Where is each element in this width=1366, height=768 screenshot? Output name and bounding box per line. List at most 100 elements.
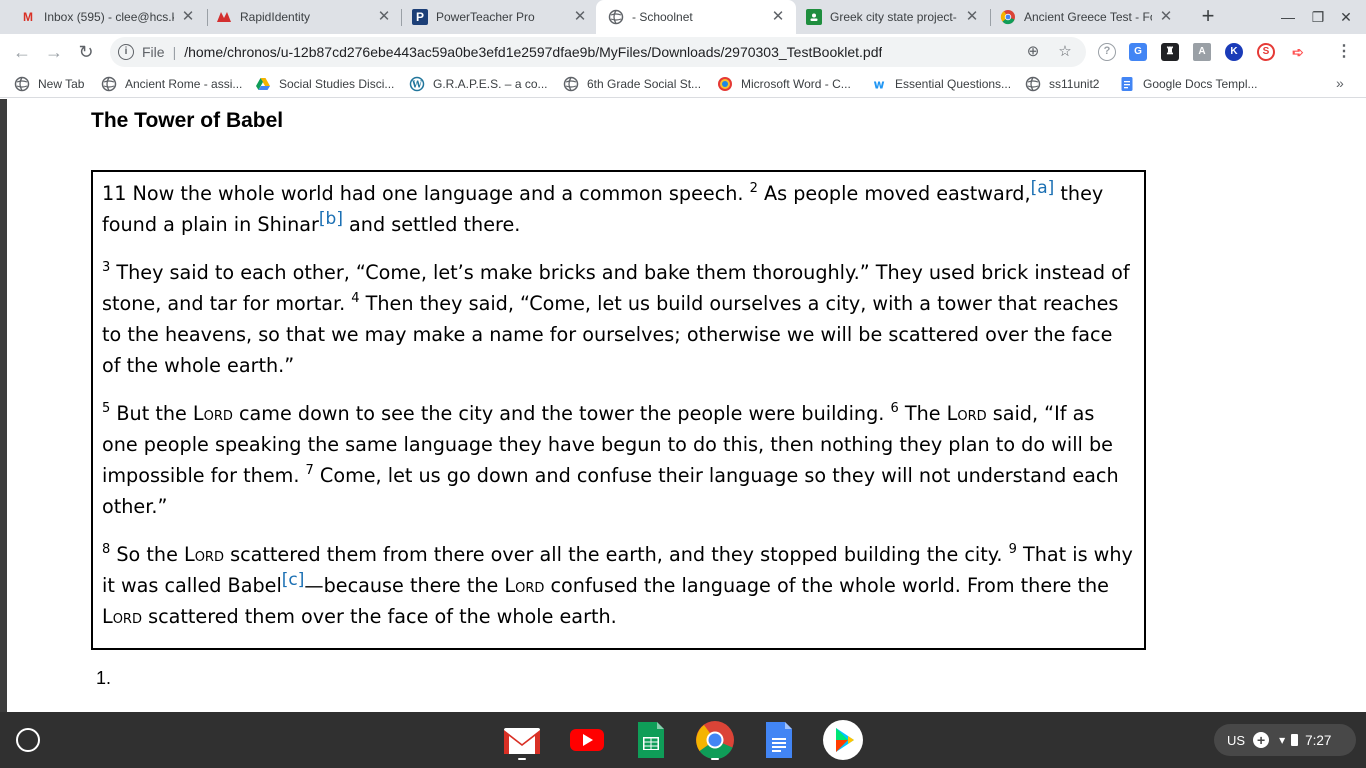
tab-title: - Schoolnet: [632, 10, 693, 24]
tab-strip: M Inbox (595) - clee@hcs.k ✕ RapidIdenti…: [0, 0, 1366, 34]
close-icon[interactable]: ✕: [180, 9, 196, 25]
bookmark-label: New Tab: [38, 77, 85, 91]
passage-paragraph-4: 8 So the Lord scattered them from there …: [102, 539, 1135, 632]
bookmark-label: 6th Grade Social St...: [587, 77, 702, 91]
sync-extension-icon[interactable]: S: [1257, 43, 1275, 61]
footnote-link[interactable]: [a]: [1031, 178, 1055, 198]
bookmark-microsoft-word[interactable]: Microsoft Word - C...: [717, 75, 851, 93]
verse-number: 9: [1008, 542, 1017, 557]
bookmark-new-tab[interactable]: New Tab: [14, 75, 84, 93]
bookmark-label: Microsoft Word - C...: [741, 77, 851, 91]
globe-icon: [563, 76, 579, 92]
verse-text: Now the whole world had one language and…: [126, 182, 750, 205]
youtube-icon[interactable]: [567, 720, 607, 760]
close-icon[interactable]: ✕: [964, 9, 980, 25]
cast-extension-icon[interactable]: ➪: [1289, 43, 1307, 61]
tab-schoolnet[interactable]: - Schoolnet ✕: [596, 0, 796, 34]
bookmark-ss11unit2[interactable]: ss11unit2: [1025, 75, 1099, 93]
toolbar: ← → ↻ i File | /home/chronos/u-12b87cd27…: [0, 34, 1366, 70]
launcher-icon[interactable]: [16, 728, 40, 752]
weebly-icon: w: [873, 78, 884, 92]
classroom-icon: [806, 9, 822, 25]
bookmark-label: G.R.A.P.E.S. – a co...: [433, 77, 548, 91]
add-icon: +: [1253, 732, 1270, 748]
verse-text: confused the language of the whole world…: [544, 574, 1109, 597]
tab-gmail[interactable]: M Inbox (595) - clee@hcs.k ✕: [8, 0, 206, 34]
verse-number: 6: [890, 401, 899, 416]
close-icon[interactable]: ✕: [770, 9, 786, 25]
bookmark-star-icon[interactable]: ☆: [1056, 43, 1074, 61]
close-window-icon[interactable]: ✕: [1334, 6, 1358, 28]
svg-text:w: w: [873, 78, 884, 92]
globe-icon: [101, 76, 117, 92]
running-indicator: [711, 758, 719, 760]
back-arrow-icon[interactable]: ←: [9, 39, 35, 65]
question-number: 1.: [96, 668, 112, 688]
bookmark-label: Social Studies Disci...: [279, 77, 395, 91]
url-text[interactable]: /home/chronos/u-12b87cd276ebe443ac59a0be…: [184, 44, 882, 60]
help-extension-icon[interactable]: ?: [1098, 43, 1116, 61]
url-divider: |: [172, 44, 177, 60]
globe-icon: [608, 9, 624, 25]
footnote-link[interactable]: [b]: [319, 209, 343, 229]
viewer-left-edge: [0, 99, 7, 712]
passage-title: The Tower of Babel: [91, 109, 284, 132]
close-icon[interactable]: ✕: [1158, 9, 1174, 25]
bookmark-social-studies[interactable]: Social Studies Disci...: [255, 75, 394, 93]
verse-text: —because there the: [304, 574, 505, 597]
new-tab-button[interactable]: +: [1196, 5, 1220, 29]
globe-icon: [14, 76, 30, 92]
shelf: US + ▾ 7:27: [0, 712, 1366, 768]
restore-icon[interactable]: ❐: [1306, 6, 1330, 28]
close-icon[interactable]: ✕: [572, 9, 588, 25]
divine-name: Lord: [102, 605, 142, 628]
wifi-icon: ▾: [1279, 733, 1286, 747]
chrome-icon: [1000, 9, 1016, 25]
pdf-viewer[interactable]: The Tower of Babel 11 Now the whole worl…: [0, 99, 1366, 712]
bookmark-google-docs-templ[interactable]: Google Docs Templ...: [1119, 75, 1258, 93]
bookmark-ancient-rome[interactable]: Ancient Rome - assi...: [101, 75, 242, 93]
docs-icon: [1121, 77, 1133, 91]
verse-text: So the: [110, 543, 184, 566]
zoom-icon[interactable]: ⊕: [1024, 43, 1042, 61]
pdf-extension-icon[interactable]: A: [1193, 43, 1211, 61]
bookmark-essential-questions[interactable]: w Essential Questions...: [871, 75, 1011, 93]
forward-arrow-icon[interactable]: →: [41, 39, 67, 65]
status-tray[interactable]: US + ▾ 7:27: [1214, 724, 1356, 756]
kami-extension-icon[interactable]: K: [1225, 43, 1243, 61]
bookmark-6th-grade[interactable]: 6th Grade Social St...: [563, 75, 701, 93]
divine-name: Lord: [946, 402, 987, 425]
footnote-link[interactable]: [c]: [282, 570, 305, 590]
incognito-extension-icon[interactable]: ♜: [1161, 43, 1179, 61]
verse-number: 7: [305, 463, 314, 478]
verse-number: 4: [351, 291, 360, 306]
svg-text:W: W: [411, 81, 423, 91]
globe-icon: [1025, 76, 1041, 92]
info-icon[interactable]: i: [118, 44, 134, 60]
running-indicator: [518, 758, 526, 760]
gmail-icon[interactable]: [502, 720, 542, 760]
verse-text: The: [898, 402, 947, 425]
close-icon[interactable]: ✕: [376, 9, 392, 25]
tab-ancient-greece-test[interactable]: Ancient Greece Test - For ✕: [988, 0, 1184, 34]
verse-text: scattered them over the face of the whol…: [141, 605, 617, 628]
tab-greek-project[interactable]: Greek city state project- V ✕: [794, 0, 990, 34]
translate-extension-icon[interactable]: G: [1129, 43, 1147, 61]
tab-title: Inbox (595) - clee@hcs.k: [44, 10, 174, 24]
reload-icon[interactable]: ↻: [73, 39, 99, 65]
play-store-icon[interactable]: [823, 720, 863, 760]
minimize-icon[interactable]: —: [1276, 6, 1300, 28]
tab-rapididentity[interactable]: RapidIdentity ✕: [204, 0, 402, 34]
verse-text: came down to see the city and the tower …: [232, 402, 891, 425]
sheets-icon[interactable]: [631, 720, 671, 760]
address-bar[interactable]: i File | /home/chronos/u-12b87cd276ebe44…: [110, 37, 1086, 67]
bookmark-grapes[interactable]: W G.R.A.P.E.S. – a co...: [409, 75, 548, 93]
gmail-icon: M: [23, 10, 33, 24]
docs-icon[interactable]: [759, 720, 799, 760]
tab-powerteacher[interactable]: P PowerTeacher Pro ✕: [400, 0, 598, 34]
chevron-right-icon[interactable]: »: [1336, 75, 1344, 91]
chrome-icon[interactable]: [695, 720, 735, 760]
bookmark-label: Ancient Rome - assi...: [125, 77, 243, 91]
tab-title: PowerTeacher Pro: [436, 10, 535, 24]
more-menu-icon[interactable]: ⋮: [1335, 43, 1353, 61]
